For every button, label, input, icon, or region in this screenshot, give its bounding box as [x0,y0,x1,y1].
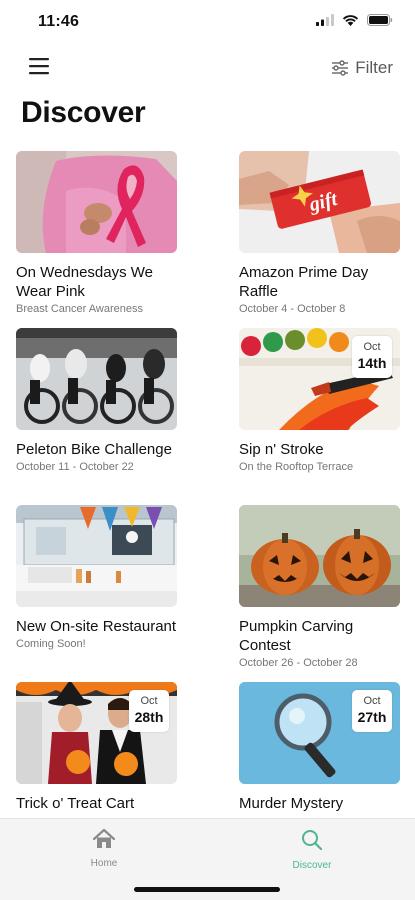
home-icon [92,828,116,848]
event-card[interactable]: New On-site Restaurant Coming Soon! [16,505,177,651]
nav-discover[interactable]: Discover [272,829,352,871]
event-card[interactable]: On Wednesdays We Wear Pink Breast Cancer… [16,151,177,316]
event-subtitle: Coming Soon! [16,638,86,650]
status-icons [316,14,393,26]
date-badge-month: Oct [140,695,158,707]
event-subtitle: On the Rooftop Terrace [239,461,354,473]
event-title: Trick o' Treat Cart [16,795,135,812]
event-image [16,505,177,607]
home-indicator [134,887,280,892]
event-card[interactable]: Oct 14th Sip n' Stroke On the Rooftop Te… [239,328,400,474]
filter-button[interactable]: Filter [331,56,393,80]
event-card[interactable]: Pumpkin Carving Contest October 26 - Oct… [239,505,400,670]
event-card[interactable]: Oct 27th Murder Mystery [239,682,400,813]
wifi-icon [342,14,359,26]
event-subtitle: October 4 - October 8 [239,303,346,315]
sliders-icon [332,60,349,76]
event-title: Sip n' Stroke [239,441,324,458]
event-subtitle: October 26 - October 28 [239,657,358,669]
hamburger-icon [29,58,49,75]
date-badge-day: 28th [134,709,164,725]
date-badge-month: Oct [363,695,381,707]
event-title: Peleton Bike Challenge [16,441,172,458]
date-badge-month: Oct [363,341,381,353]
event-card[interactable]: Oct 28th Trick o' Treat Cart [16,682,177,813]
date-badge: Oct 28th [129,690,169,732]
event-card[interactable]: gift Amazon Prime Day Raffle October 4 -… [239,151,400,316]
nav-discover-label: Discover [292,860,332,871]
status-bar: 11:46 [0,0,415,44]
event-title: On Wednesdays We Wear Pink [16,264,154,300]
date-badge: Oct 27th [352,690,392,732]
event-card[interactable]: Peleton Bike Challenge October 11 - Octo… [16,328,177,474]
event-image: Oct 14th [239,328,400,430]
page-title: Discover [21,96,146,129]
event-image [16,151,177,253]
menu-button[interactable] [28,56,54,80]
battery-icon [367,14,393,26]
event-subtitle: October 11 - October 22 [16,461,134,473]
event-image [16,328,177,430]
status-time: 11:46 [38,13,80,30]
event-image: Oct 28th [16,682,177,784]
date-badge-day: 14th [357,355,387,371]
event-image: Oct 27th [239,682,400,784]
date-badge: Oct 14th [352,336,392,378]
filter-label: Filter [355,58,393,77]
event-subtitle: Breast Cancer Awareness [16,303,143,315]
search-icon [302,830,323,851]
signal-icon [316,14,334,26]
event-title: Murder Mystery [239,795,344,812]
date-badge-day: 27th [357,709,387,725]
nav-home[interactable]: Home [64,828,144,869]
event-image [239,505,400,607]
event-image: gift [239,151,400,253]
nav-home-label: Home [90,858,118,869]
event-title: Pumpkin Carving Contest [239,618,354,654]
top-bar: Filter [0,50,415,86]
event-title: Amazon Prime Day Raffle [239,264,369,300]
event-title: New On-site Restaurant [16,618,177,635]
